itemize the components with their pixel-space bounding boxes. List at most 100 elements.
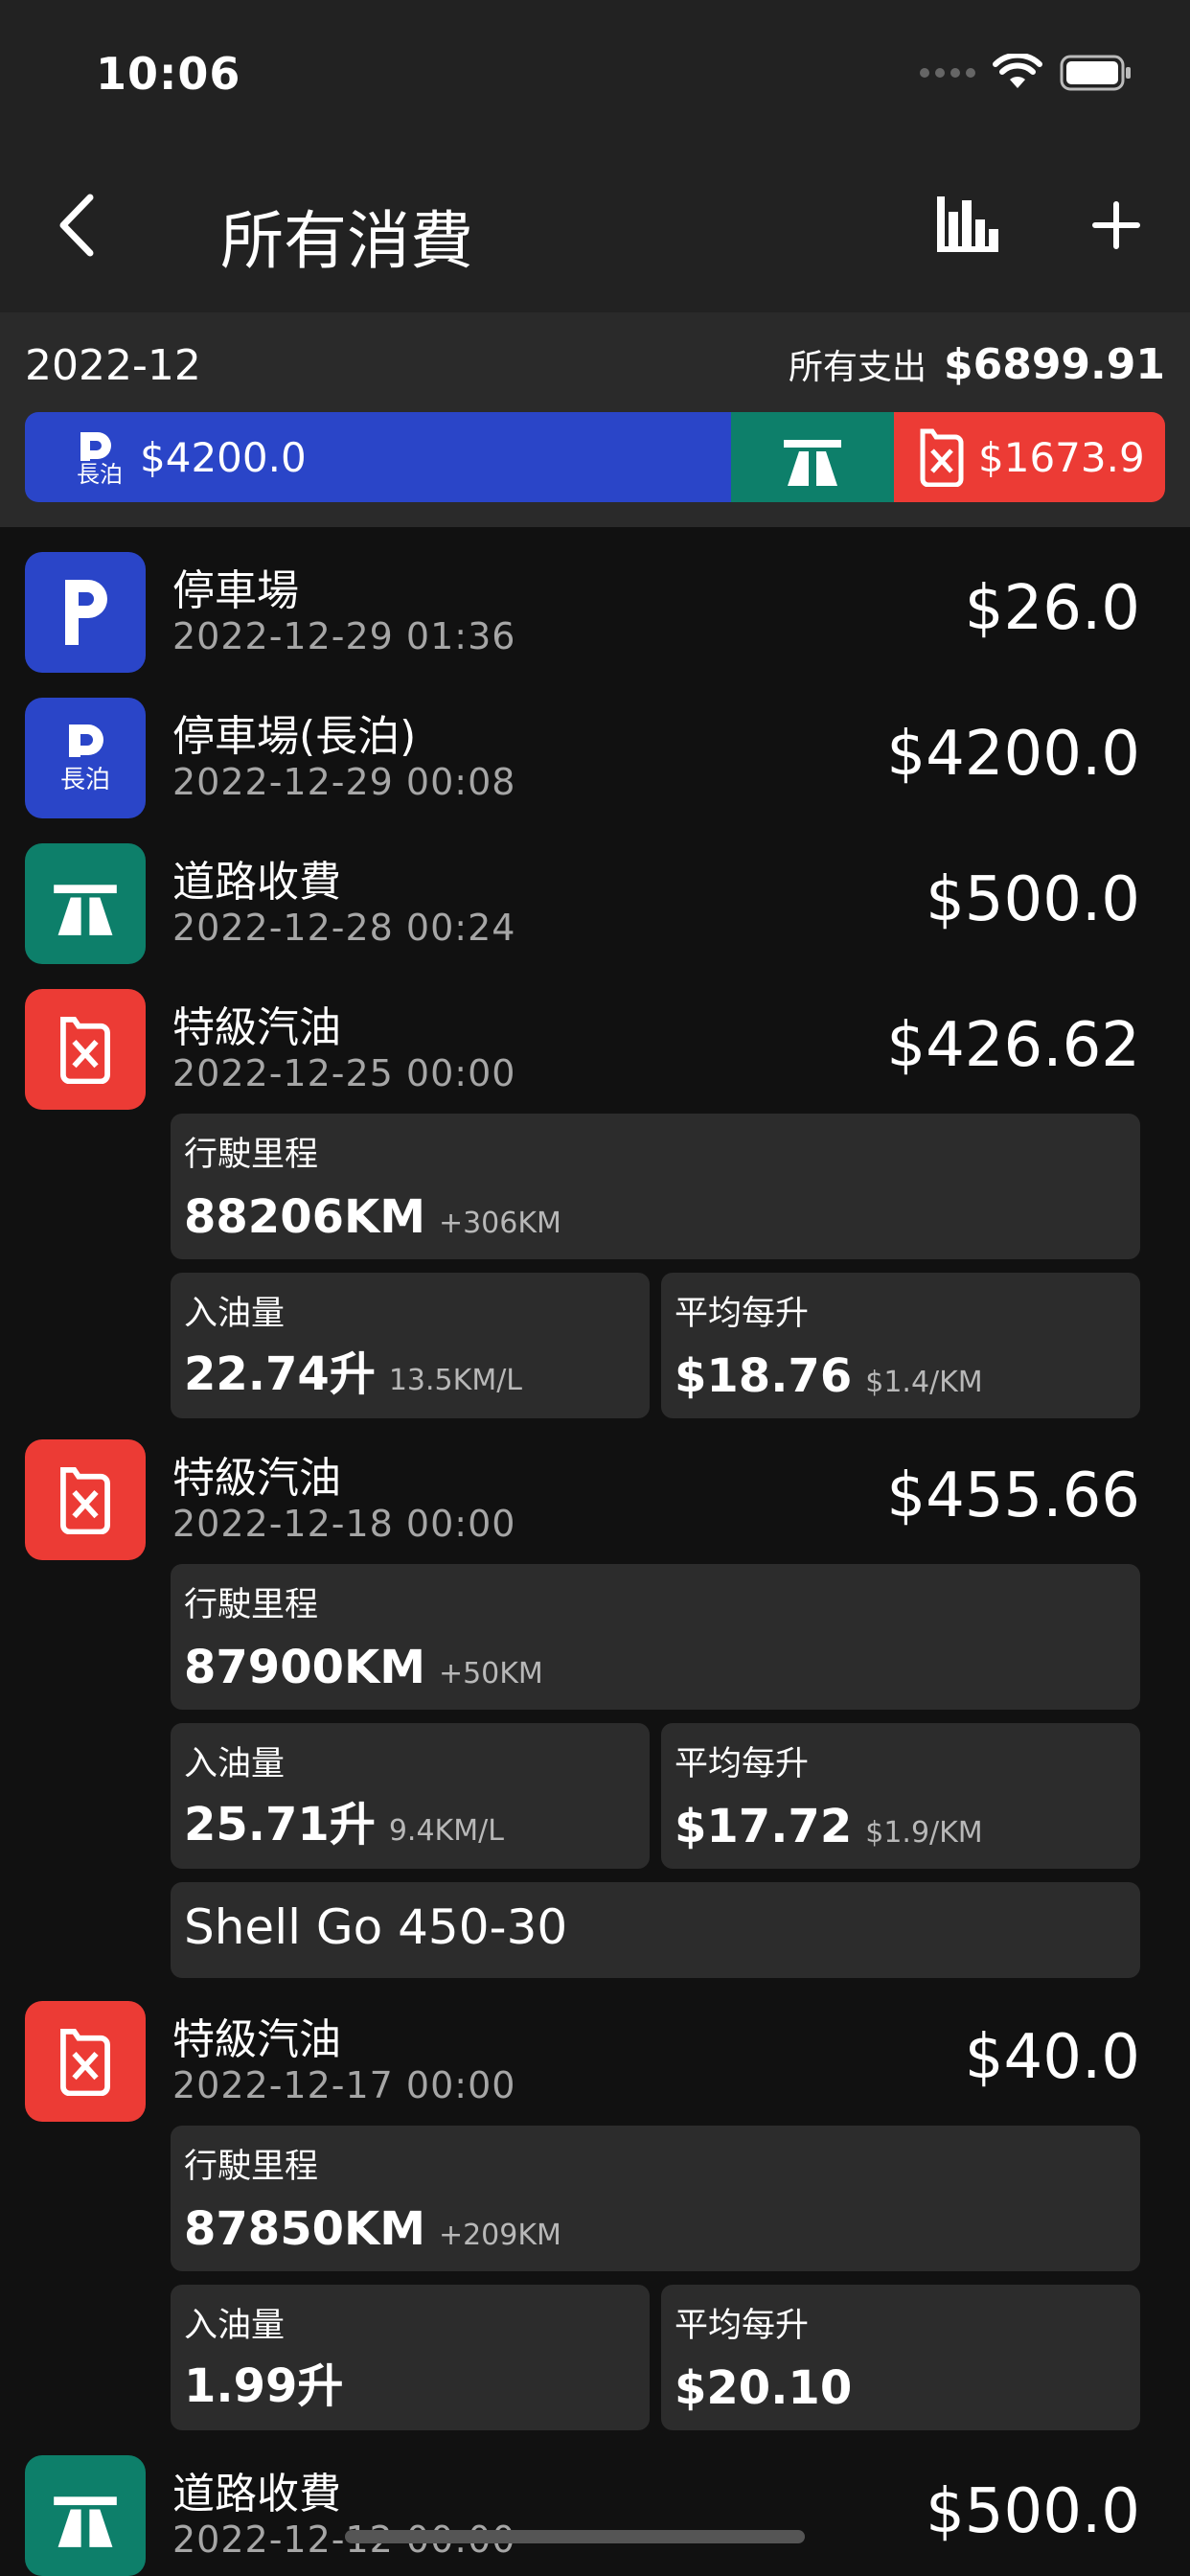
price-label: 平均每升 [675,1295,810,1333]
highway-icon [54,885,117,935]
list-item[interactable]: 道路收費 2022-12-28 00:24 $500.0 [0,843,1190,974]
entry-date: 2022-12-28 00:24 [172,907,516,949]
volume-label: 入油量 [184,1295,286,1333]
breakdown-parking[interactable]: 長泊 $4200.0 [25,412,731,502]
mileage-delta: +50KM [438,1657,543,1690]
fuel-can-icon [60,2028,110,2096]
back-button[interactable] [38,187,115,264]
entry-amount: $4200.0 [886,719,1140,790]
breakdown-toll[interactable] [731,412,894,502]
entry-title: 停車場(長泊) [172,712,417,761]
entry-date: 2022-12-29 01:36 [172,615,516,657]
price-card: 平均每升 $20.10 [661,2285,1140,2430]
mileage-card: 行駛里程 87850KM +209KM [171,2126,1140,2271]
home-indicator[interactable] [345,2530,805,2543]
entry-title: 道路收費 [172,2470,341,2518]
category-icon [25,552,146,673]
chevron-left-icon [59,194,94,257]
summary-total-value: $6899.91 [943,340,1165,389]
statistics-button[interactable] [929,187,1006,264]
category-icon [25,1439,146,1560]
highway-icon [54,2496,117,2547]
navigation-bar: 所有消費 [0,163,1190,288]
list-item[interactable]: 特級汽油 2022-12-25 00:00 $426.62 行駛里程 88206… [0,989,1190,1420]
fuel-can-icon [60,1016,110,1084]
efficiency-value: 13.5KM/L [388,1364,523,1397]
volume-value: 1.99升 [184,2359,344,2413]
volume-card: 入油量 22.74升 13.5KM/L [171,1273,650,1418]
price-label: 平均每升 [675,1745,810,1783]
entry-title: 特級汽油 [172,1454,341,1503]
entry-date: 2022-12-25 00:00 [172,1052,516,1094]
volume-value: 25.71升 9.4KM/L [184,1798,504,1852]
price-value: $20.10 [675,2361,853,2415]
list-item[interactable]: 道路收費 2022-12-12 00:00 $500.0 [0,2455,1190,2576]
parking-long-icon: 長泊 [60,724,110,794]
mileage-label: 行駛里程 [184,1586,319,1624]
mileage-label: 行駛里程 [184,1136,319,1174]
parking-long-icon: 長泊 [77,432,123,486]
page-title: 所有消費 [220,204,473,278]
entry-date: 2022-12-17 00:00 [172,2064,516,2106]
plus-icon [1092,201,1140,249]
category-icon [25,989,146,1110]
entry-note: Shell Go 450-30 [184,1899,568,1955]
mileage-card: 行駛里程 88206KM +306KM [171,1114,1140,1259]
entry-title: 特級汽油 [172,2015,341,2064]
breakdown-parking-value: $4200.0 [140,433,307,481]
entry-date: 2022-12-18 00:00 [172,1503,516,1545]
monthly-summary: 2022-12 所有支出 $6899.91 長泊 $4200.0 $1673.9 [0,312,1190,527]
list-item[interactable]: 特級汽油 2022-12-17 00:00 $40.0 行駛里程 87850KM… [0,2001,1190,2432]
category-breakdown-bar[interactable]: 長泊 $4200.0 $1673.9 [25,412,1165,502]
cost-per-km: $1.9/KM [865,1816,983,1850]
battery-icon [1060,55,1131,91]
add-button[interactable] [1078,187,1155,264]
cost-per-km: $1.4/KM [865,1366,983,1399]
efficiency-value: 9.4KM/L [388,1814,504,1848]
breakdown-fuel[interactable]: $1673.9 [894,412,1165,502]
fuel-can-icon [920,428,964,487]
summary-total-label: 所有支出 [788,348,927,387]
highway-icon [784,440,841,486]
breakdown-fuel-value: $1673.9 [978,433,1145,481]
list-item[interactable]: 長泊 停車場(長泊) 2022-12-29 00:08 $4200.0 [0,698,1190,828]
category-icon [25,2455,146,2576]
parking-icon [65,580,107,645]
mileage-value: 87900KM +50KM [184,1641,543,1694]
mileage-value: 88206KM +306KM [184,1190,561,1244]
entry-amount: $26.0 [964,573,1140,644]
mileage-delta: +209KM [438,2219,561,2252]
summary-total: 所有支出 $6899.91 [789,339,1165,389]
volume-card: 入油量 1.99升 [171,2285,650,2430]
entry-amount: $500.0 [926,2476,1140,2547]
fuel-can-icon [60,1466,110,1534]
volume-label: 入油量 [184,2307,286,2345]
status-time: 10:06 [96,48,241,100]
entry-amount: $500.0 [926,864,1140,935]
status-icons [920,54,1133,92]
volume-value: 22.74升 13.5KM/L [184,1347,523,1401]
list-item[interactable]: 特級汽油 2022-12-18 00:00 $455.66 行駛里程 87900… [0,1439,1190,1978]
wifi-icon [993,54,1042,88]
list-item[interactable]: 停車場 2022-12-29 01:36 $26.0 [0,552,1190,682]
note-card: Shell Go 450-30 [171,1882,1140,1978]
bar-chart-icon [937,196,998,252]
svg-text:長泊: 長泊 [77,461,123,486]
price-value: $17.72 $1.9/KM [675,1800,983,1853]
entry-amount: $426.62 [886,1010,1140,1081]
entry-amount: $455.66 [886,1460,1140,1531]
entry-title: 停車場 [172,566,299,615]
entry-amount: $40.0 [964,2022,1140,2093]
volume-label: 入油量 [184,1745,286,1783]
category-icon: 長泊 [25,698,146,818]
price-value: $18.76 $1.4/KM [675,1349,983,1403]
volume-card: 入油量 25.71升 9.4KM/L [171,1723,650,1869]
svg-text:長泊: 長泊 [60,766,110,794]
entry-date: 2022-12-29 00:08 [172,761,516,803]
mileage-card: 行駛里程 87900KM +50KM [171,1564,1140,1710]
mileage-value: 87850KM +209KM [184,2202,561,2256]
mileage-label: 行駛里程 [184,2148,319,2186]
category-icon [25,2001,146,2122]
cellular-icon [920,68,975,78]
entry-title: 特級汽油 [172,1003,341,1052]
